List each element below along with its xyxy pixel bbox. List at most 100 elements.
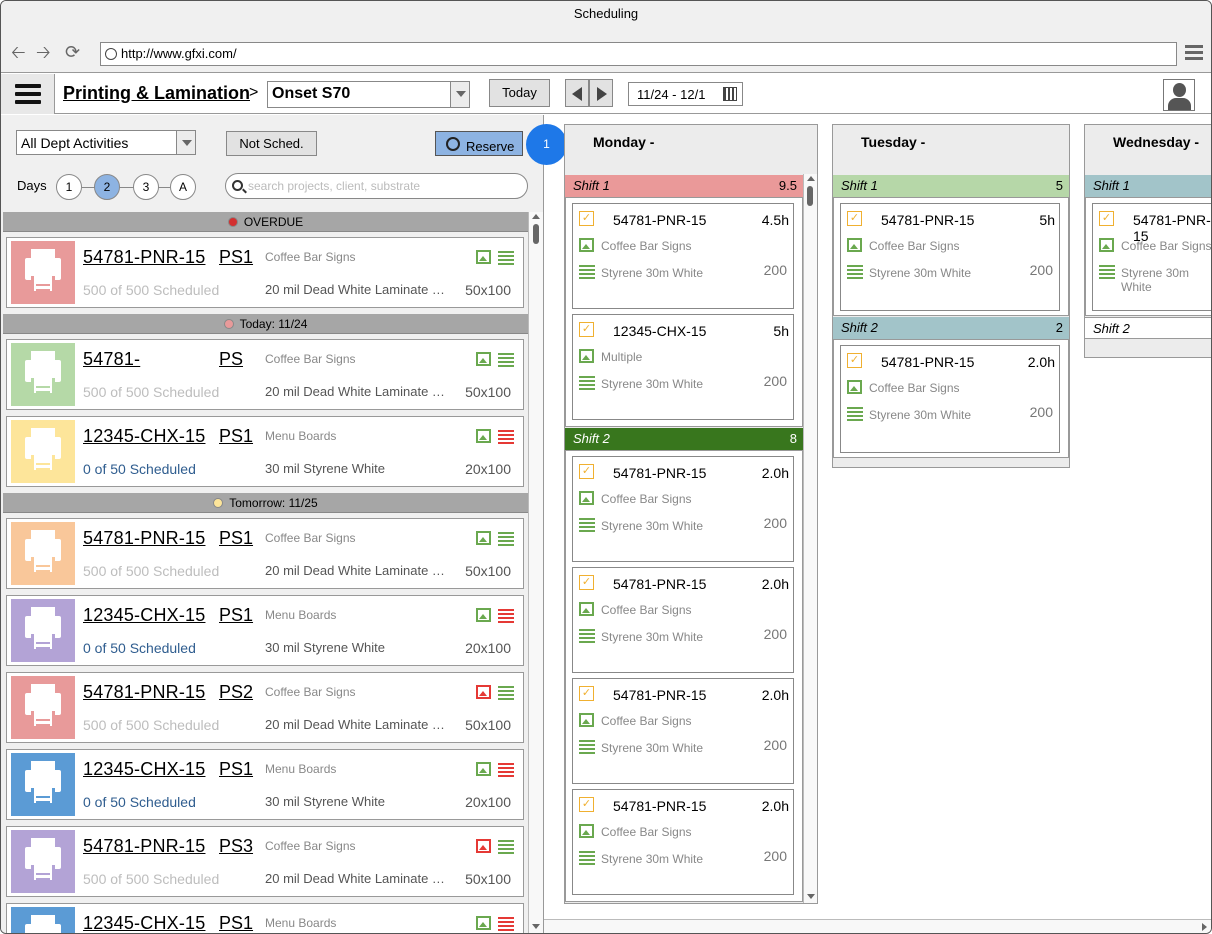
scheduled-job-card[interactable]: ✓ 54781-PNR-15 2.0h Coffee Bar Signs Styrene…	[572, 789, 794, 895]
reserve-button[interactable]: Reserve	[435, 131, 523, 156]
day-option-all[interactable]: A	[170, 174, 196, 200]
user-avatar[interactable]	[1163, 79, 1195, 111]
job-card[interactable]: 12345-CHX-15PS1Menu Boards0 of 50 Schedu…	[6, 749, 524, 820]
job-card[interactable]: 54781-PNR-15 PS2 Coffee Bar Signs 500 of 50…	[6, 672, 524, 743]
chevron-right-icon	[597, 87, 607, 101]
date-range-picker[interactable]: 11/24 - 12/1	[628, 82, 743, 106]
job-size: 50x100	[465, 384, 511, 400]
scheduled-job-card[interactable]: ✓ 54781-PNR-15 4.5h Coffee Bar Signs Styrene…	[572, 203, 794, 309]
prev-week-button[interactable]	[565, 79, 589, 107]
checkbox[interactable]: ✓	[847, 211, 862, 226]
scheduled-job-card[interactable]: ✓ 54781-PNR-15 2.0h Coffee Bar Signs Styrene…	[840, 345, 1060, 453]
scheduled-job-hours: 2.0h	[761, 798, 789, 814]
globe-icon	[105, 48, 117, 60]
job-material: 20 mil Dead White Laminate on Acrylic	[265, 717, 445, 732]
job-material: 20 mil Dead White Laminate on Acrylic	[265, 871, 445, 886]
list-icon	[498, 353, 514, 367]
job-number-link[interactable]: 54781-	[83, 349, 140, 370]
scheduled-job-card[interactable]: ✓ 54781-PNR-15 Coffee Bar Signs Styrene 30m…	[1092, 203, 1211, 311]
scheduled-job-department: Multiple	[601, 350, 643, 364]
job-number-link[interactable]: 12345-CHX-15	[83, 605, 205, 626]
notification-badge[interactable]: 1	[526, 124, 567, 165]
job-department: Menu Boards	[265, 608, 337, 622]
scheduled-status: 0 of 50 Scheduled	[83, 640, 196, 656]
browser-window: Scheduling 🡠 🡢 ⟳ http://www.gfxi.com/ Pr…	[0, 0, 1212, 934]
not-scheduled-button[interactable]: Not Sched.	[226, 131, 317, 156]
checkbox[interactable]: ✓	[579, 322, 594, 337]
job-card[interactable]: 12345-CHX-15PS1Menu Boards0 of 50 Schedu…	[6, 416, 524, 487]
print-sequence-link[interactable]: PS1	[219, 528, 253, 549]
job-card[interactable]: 54781- PS Coffee Bar Signs 500 of 500 Sched…	[6, 339, 524, 410]
checkbox[interactable]: ✓	[1099, 211, 1114, 226]
scheduled-job-card[interactable]: ✓ 54781-PNR-15 2.0h Coffee Bar Signs Styrene…	[572, 456, 794, 562]
checkbox[interactable]: ✓	[579, 686, 594, 701]
printer-icon	[11, 907, 75, 933]
breadcrumb-department[interactable]: Printing & Lamination	[63, 83, 250, 104]
search-input[interactable]: search projects, client, substrate	[225, 173, 528, 199]
url-field[interactable]: http://www.gfxi.com/	[100, 42, 1177, 66]
day-option-3[interactable]: 3	[133, 174, 159, 200]
scheduled-job-card[interactable]: ✓ 54781-PNR-15 2.0h Coffee Bar Signs Styrene…	[572, 567, 794, 673]
list-icon	[498, 840, 514, 854]
monday-scrollbar[interactable]	[803, 174, 817, 903]
print-sequence-link[interactable]: PS1	[219, 913, 253, 933]
department-filter-select[interactable]: All Dept Activities	[16, 130, 196, 155]
scheduled-job-card[interactable]: ✓ 54781-PNR-15 2.0h Coffee Bar Signs Styrene…	[572, 678, 794, 784]
checkbox[interactable]: ✓	[579, 211, 594, 226]
day-header: Monday -	[593, 134, 655, 150]
list-icon	[579, 376, 595, 390]
browser-menu-icon[interactable]	[1185, 45, 1203, 63]
day-column: Monday - Shift 1 9.5 ✓ 54781-PNR-15 4.5h Coffe…	[564, 124, 818, 904]
next-week-button[interactable]	[589, 79, 613, 107]
scheduled-job-number: 54781-PNR-15	[881, 212, 975, 228]
job-card[interactable]: 54781-PNR-15 PS3 Coffee Bar Signs 500 of 50…	[6, 826, 524, 897]
job-number-link[interactable]: 12345-CHX-15	[83, 759, 205, 780]
job-card[interactable]: 54781-PNR-15 PS1 Coffee Bar Signs 500 of 50…	[6, 237, 524, 308]
day-option-1[interactable]: 1	[56, 174, 82, 200]
forward-icon[interactable]: 🡢	[36, 43, 51, 61]
job-number-link[interactable]: 54781-PNR-15	[83, 528, 205, 549]
shift-header: Shift 2 8	[565, 428, 803, 450]
day-option-2[interactable]: 2	[94, 174, 120, 200]
print-sequence-link[interactable]: PS	[219, 349, 243, 370]
print-sequence-link[interactable]: PS1	[219, 759, 253, 780]
today-button[interactable]: Today	[489, 79, 550, 107]
print-sequence-link[interactable]: PS1	[219, 605, 253, 626]
chevron-down-icon	[176, 131, 195, 154]
job-number-link[interactable]: 12345-CHX-15	[83, 426, 205, 447]
scheduled-job-quantity: 200	[1029, 262, 1053, 278]
print-sequence-link[interactable]: PS3	[219, 836, 253, 857]
checkbox[interactable]: ✓	[579, 464, 594, 479]
back-icon[interactable]: 🡠	[11, 43, 26, 61]
job-department: Menu Boards	[265, 429, 337, 443]
job-card[interactable]: 12345-CHX-15PS1Menu Boards0 of 50 Schedu…	[6, 903, 524, 933]
scheduled-job-card[interactable]: ✓ 54781-PNR-15 5h Coffee Bar Signs Styrene 3…	[840, 203, 1060, 311]
job-number-link[interactable]: 12345-CHX-15	[83, 913, 205, 933]
breadcrumb-separator: >	[249, 84, 259, 101]
scheduled-job-material: Styrene 30m White	[601, 630, 704, 644]
checkbox[interactable]: ✓	[579, 575, 594, 590]
reload-icon[interactable]: ⟳	[65, 43, 80, 61]
calendar-horizontal-scrollbar[interactable]	[544, 919, 1211, 933]
job-number-link[interactable]: 54781-PNR-15	[83, 682, 205, 703]
shift-slot: ✓ 54781-PNR-15 2.0h Coffee Bar Signs Styrene…	[833, 339, 1069, 458]
job-number-link[interactable]: 54781-PNR-15	[83, 836, 205, 857]
job-list-scrollbar[interactable]	[528, 212, 543, 933]
print-sequence-link[interactable]: PS2	[219, 682, 253, 703]
job-card[interactable]: 54781-PNR-15 PS1 Coffee Bar Signs 500 of 50…	[6, 518, 524, 589]
scheduled-job-card[interactable]: ✓ 12345-CHX-15 5h Multiple Styrene 30m White…	[572, 314, 794, 420]
list-icon	[498, 609, 514, 623]
checkbox[interactable]: ✓	[847, 353, 862, 368]
machine-select[interactable]: Onset S70	[267, 81, 470, 108]
print-sequence-link[interactable]: PS1	[219, 247, 253, 268]
scheduled-job-department: Coffee Bar Signs	[601, 825, 692, 839]
checkbox[interactable]: ✓	[579, 797, 594, 812]
scheduled-job-quantity: 200	[763, 626, 787, 642]
main-menu-icon[interactable]	[1, 74, 55, 114]
scheduled-job-material: Styrene 30m White	[601, 519, 704, 533]
job-department: Coffee Bar Signs	[265, 250, 356, 264]
job-card[interactable]: 12345-CHX-15 PS1 Menu Boards 0 of 50 Schedu…	[6, 595, 524, 666]
shift-header: Shift 1	[1085, 175, 1211, 197]
job-number-link[interactable]: 54781-PNR-15	[83, 247, 205, 268]
print-sequence-link[interactable]: PS1	[219, 426, 253, 447]
